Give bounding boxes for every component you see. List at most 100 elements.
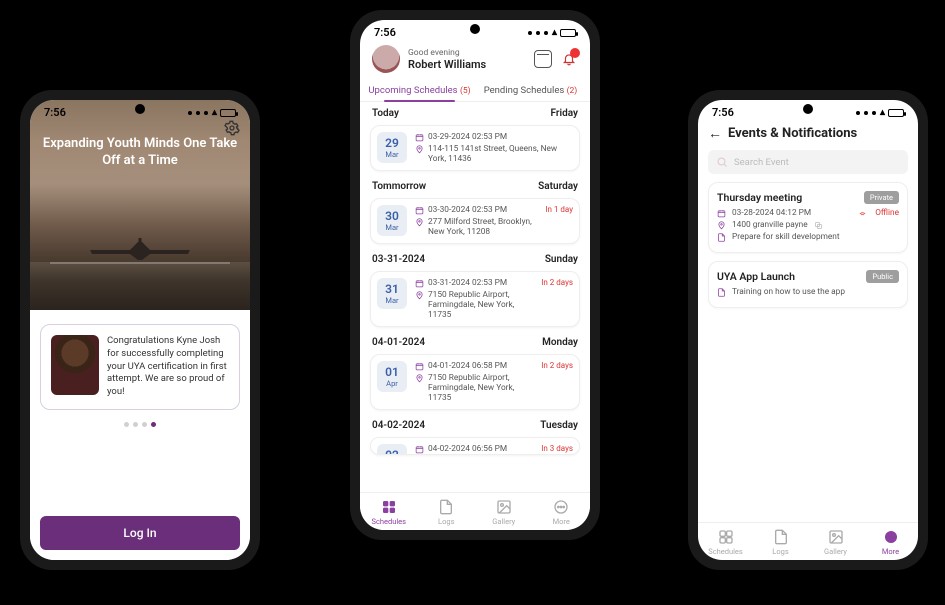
weekday-label: Sunday (545, 254, 578, 265)
event-note: Training on how to use the app (732, 287, 845, 297)
schedule-address: 277 Milford Street, Brooklyn, New York, … (428, 217, 537, 237)
announcement-card[interactable]: Congratulations Kyne Josh for successful… (40, 324, 240, 410)
tab-upcoming-label: Upcoming Schedules (368, 85, 457, 96)
nav-logs-label: Logs (438, 517, 454, 526)
phone-events: 7:56 ▴ ← Events & Notifications Search E… (688, 90, 928, 570)
nav-gallery[interactable]: Gallery (475, 499, 533, 526)
event-card[interactable]: UYA App Launch Public Training on how to… (708, 261, 908, 308)
day-label: 04-01-2024 (372, 337, 425, 348)
event-address: 1400 granville payne (732, 220, 808, 230)
greeting-text: Good evening (408, 48, 526, 58)
camera-notch (470, 24, 480, 34)
search-input[interactable]: Search Event (708, 150, 908, 174)
calendar-icon[interactable] (534, 50, 552, 68)
day-label: Tommorrow (372, 181, 426, 192)
bottom-nav: Schedules Logs Gallery More (360, 492, 590, 530)
schedule-datetime: 03-29-2024 02:53 PM (428, 132, 507, 142)
calendar-icon (415, 133, 424, 142)
bottom-nav: Schedules Logs Gallery More (698, 522, 918, 560)
weekday-label: Monday (542, 337, 578, 348)
event-title: Thursday meeting (717, 191, 802, 204)
date-number: 02 (377, 448, 407, 455)
day-header: 03-31-2024Sunday (370, 248, 580, 267)
schedule-datetime: 04-01-2024 06:58 PM (428, 361, 507, 371)
location-icon (415, 374, 424, 383)
schedule-list[interactable]: TodayFriday 29 Mar 03-29-2024 02:53 PM 1… (360, 102, 590, 492)
location-icon (415, 218, 424, 227)
nav-more-label: More (882, 547, 899, 556)
due-label: In 3 days (541, 444, 573, 453)
nav-gallery-label: Gallery (824, 547, 847, 556)
notifications-icon[interactable] (560, 50, 578, 68)
calendar-icon (415, 206, 424, 215)
schedule-address: 114-115 141st Street, Queens, New York, … (428, 144, 573, 164)
nav-logs[interactable]: Logs (753, 529, 808, 556)
settings-icon[interactable] (224, 120, 240, 136)
carousel-dots[interactable] (30, 422, 250, 427)
event-note: Prepare for skill development (732, 232, 840, 242)
tab-upcoming[interactable]: Upcoming Schedules (5) (364, 79, 475, 101)
due-label: In 2 days (541, 278, 573, 287)
location-icon (717, 221, 726, 230)
schedule-card[interactable]: 30 Mar 03-30-2024 02:53 PM 277 Milford S… (370, 198, 580, 244)
due-label: In 1 day (545, 205, 573, 214)
day-header: 04-02-2024Tuesday (370, 414, 580, 433)
profile-avatar[interactable] (372, 45, 400, 73)
day-header: Tommorrow Saturday (370, 175, 580, 194)
schedule-card[interactable]: 01 Apr 04-01-2024 06:58 PM 7150 Republic… (370, 354, 580, 410)
day-label: 04-02-2024 (372, 420, 425, 431)
schedule-datetime: 03-31-2024 02:53 PM (428, 278, 507, 288)
tab-pending[interactable]: Pending Schedules (2) (475, 79, 586, 101)
date-badge: 30 Mar (377, 205, 407, 236)
date-month: Apr (377, 379, 407, 388)
schedule-datetime: 04-02-2024 06:56 PM (428, 444, 507, 454)
calendar-icon (717, 209, 726, 218)
day-header: 04-01-2024 Monday (370, 331, 580, 350)
nav-gallery[interactable]: Gallery (808, 529, 863, 556)
weekday-label: Saturday (538, 181, 578, 192)
event-tag: Private (864, 191, 899, 204)
copy-icon[interactable] (814, 221, 823, 230)
calendar-icon (415, 445, 424, 454)
day-label: Today (372, 108, 399, 119)
schedule-address: 7150 Republic Airport, Farmingdale, New … (428, 373, 533, 403)
event-tag: Public (866, 270, 899, 283)
login-button[interactable]: Log In (40, 516, 240, 550)
nav-schedules[interactable]: Schedules (360, 499, 418, 526)
airplane-icon (80, 232, 200, 262)
date-number: 29 (377, 136, 407, 150)
note-icon (717, 233, 726, 242)
date-number: 31 (377, 282, 407, 296)
date-number: 30 (377, 209, 407, 223)
date-badge: 01 Apr (377, 361, 407, 392)
event-title: UYA App Launch (717, 270, 795, 283)
status-time: 7:56 (374, 26, 396, 39)
date-month: Mar (377, 296, 407, 305)
search-icon (716, 156, 728, 168)
event-datetime: 03-28-2024 04:12 PM (732, 208, 811, 218)
location-icon (415, 291, 424, 300)
event-card[interactable]: Thursday meeting Private 03-28-2024 04:1… (708, 182, 908, 253)
nav-logs[interactable]: Logs (418, 499, 476, 526)
announcement-text: Congratulations Kyne Josh for successful… (107, 335, 229, 399)
schedule-address: 7150 Republic Airport, Farmingdale, New … (428, 290, 533, 320)
nav-schedules[interactable]: Schedules (698, 529, 753, 556)
schedule-card[interactable]: 02 Apr 04-02-2024 06:56 PM In 3 days (370, 437, 580, 455)
note-icon (717, 288, 726, 297)
hero-image: 7:56 ▴ Expanding Youth Minds One Take Of… (30, 100, 250, 310)
nav-more[interactable]: More (533, 499, 591, 526)
location-icon (415, 145, 424, 154)
date-month: Mar (377, 150, 407, 159)
schedule-card[interactable]: 29 Mar 03-29-2024 02:53 PM 114-115 141st… (370, 125, 580, 171)
phone-onboarding: 7:56 ▴ Expanding Youth Minds One Take Of… (20, 90, 260, 570)
tab-pending-count: (2) (567, 86, 578, 96)
camera-notch (803, 104, 813, 114)
date-badge: 29 Mar (377, 132, 407, 163)
nav-more[interactable]: More (863, 529, 918, 556)
back-button[interactable]: ← (708, 125, 722, 142)
calendar-icon (415, 279, 424, 288)
date-month: Mar (377, 223, 407, 232)
wifi-off-icon (858, 209, 867, 218)
due-label: In 2 days (541, 361, 573, 370)
schedule-card[interactable]: 31 Mar 03-31-2024 02:53 PM 7150 Republic… (370, 271, 580, 327)
